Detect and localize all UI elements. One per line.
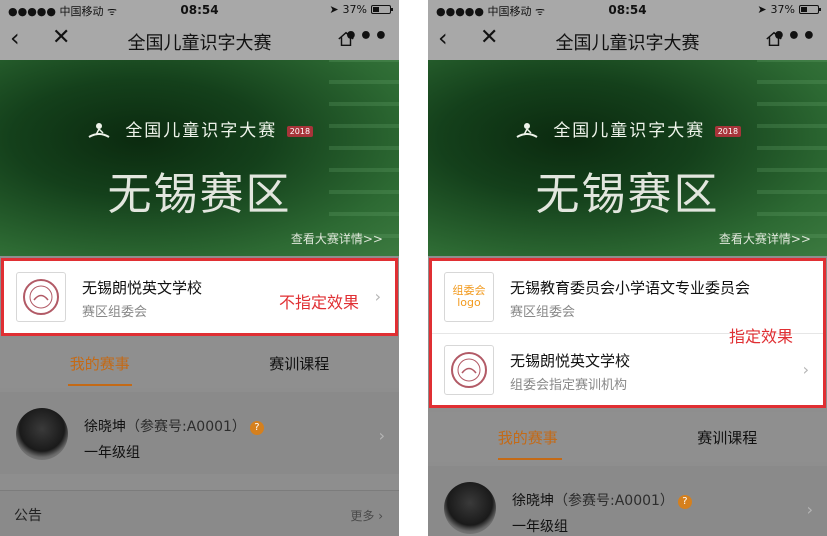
participant-number: （参赛号:A0001） — [126, 419, 246, 435]
tab-bar: 我的赛事 赛训课程 — [428, 412, 827, 462]
participant-group: 一年级组 — [84, 445, 140, 461]
status-indicators: ➤ 37% — [329, 3, 393, 16]
chevron-right-icon: › — [374, 287, 381, 306]
participant-number: （参赛号:A0001） — [554, 493, 674, 509]
announcement-more-link[interactable]: 更多 › — [350, 507, 383, 524]
committee-logo-line-2: logo — [457, 296, 481, 309]
status-indicators: ➤ 37% — [757, 3, 821, 16]
status-bar: ●●●●● 中国移动 ᯤ 08:54 ➤ 37% — [428, 0, 827, 20]
tab-bar: 我的赛事 赛训课程 — [0, 338, 399, 388]
contest-detail-link[interactable]: 查看大赛详情>> — [719, 230, 811, 247]
chevron-right-icon: › — [806, 500, 813, 519]
contest-banner: 全国儿童识字大赛 2018 无锡赛区 查看大赛详情>> — [0, 60, 399, 256]
annotation-specified: 指定效果 — [729, 327, 794, 346]
status-bar: ●●●●● 中国移动 ᯤ 08:54 ➤ 37% — [0, 0, 399, 20]
school-seal-icon — [451, 352, 487, 388]
participant-group: 一年级组 — [512, 519, 568, 535]
region-title: 无锡赛区 — [535, 169, 720, 220]
committee-logo-text: 组委会 logo — [453, 285, 486, 309]
committee-logo: 组委会 logo — [444, 272, 494, 322]
organizer-row[interactable]: 无锡朗悦英文学校 赛区组委会 不指定效果 › — [4, 261, 395, 333]
school-seal-logo — [444, 345, 494, 395]
contest-logo-icon — [516, 123, 538, 138]
contest-logo-text: 全国儿童识字大赛 — [553, 121, 706, 141]
year-badge: 2018 — [286, 125, 314, 137]
location-icon: ➤ — [329, 3, 339, 16]
help-icon[interactable]: ? — [249, 421, 264, 435]
year-badge: 2018 — [714, 125, 742, 137]
chevron-right-icon: › — [802, 360, 809, 379]
participant-name-text: 徐晓坤 — [84, 419, 126, 435]
screen-specified: ●●●●● 中国移动 ᯤ 08:54 ➤ 37% ‹ ✕ 全国儿童识字大赛 ••… — [428, 0, 827, 536]
contest-logo-icon — [88, 123, 110, 138]
school-seal-logo — [16, 272, 66, 322]
training-org-role: 组委会指定赛训机构 — [510, 378, 628, 393]
battery-icon — [799, 5, 821, 14]
announcement-label: 公告 — [14, 508, 42, 524]
participant-name: 徐晓坤（参赛号:A0001）? — [512, 490, 692, 510]
participant-row[interactable]: 徐晓坤（参赛号:A0001）? 一年级组 › — [428, 466, 827, 536]
annotation-not-specified: 不指定效果 — [279, 293, 360, 312]
nav-bar: ‹ ✕ 全国儿童识字大赛 ••• — [0, 20, 399, 60]
contest-logo-text: 全国儿童识字大赛 — [125, 121, 278, 141]
tab-training-courses[interactable]: 赛训课程 — [628, 427, 827, 448]
nav-bar: ‹ ✕ 全国儿童识字大赛 ••• — [428, 20, 827, 60]
organizer-role: 赛区组委会 — [510, 305, 576, 320]
participant-row[interactable]: 徐晓坤（参赛号:A0001）? 一年级组 › — [0, 392, 399, 474]
help-icon[interactable]: ? — [677, 495, 692, 509]
announcement-row[interactable]: 公告 更多 › — [0, 490, 399, 536]
tab-my-contests[interactable]: 我的赛事 — [0, 353, 200, 374]
more-icon[interactable]: ••• — [772, 24, 817, 49]
more-icon[interactable]: ••• — [344, 24, 389, 49]
region-title: 无锡赛区 — [107, 169, 292, 220]
contest-logo: 全国儿童识字大赛 2018 — [428, 116, 827, 141]
organizer-row[interactable]: 组委会 logo 无锡教育委员会小学语文专业委员会 赛区组委会 指定效果 — [432, 261, 823, 346]
location-icon: ➤ — [757, 3, 767, 16]
tab-training-courses[interactable]: 赛训课程 — [200, 353, 400, 374]
active-tab-indicator — [68, 384, 132, 386]
avatar — [444, 482, 496, 534]
training-org-name: 无锡朗悦英文学校 — [510, 352, 631, 370]
chevron-right-icon: › — [378, 426, 385, 445]
contest-banner: 全国儿童识字大赛 2018 无锡赛区 查看大赛详情>> — [428, 60, 827, 256]
organizer-card: 无锡朗悦英文学校 赛区组委会 不指定效果 › — [1, 258, 398, 336]
contest-detail-link[interactable]: 查看大赛详情>> — [291, 230, 383, 247]
organizer-role: 赛区组委会 — [82, 305, 148, 320]
participant-name: 徐晓坤（参赛号:A0001）? — [84, 416, 264, 436]
school-seal-icon — [23, 279, 59, 315]
tab-my-contests[interactable]: 我的赛事 — [428, 427, 628, 448]
battery-percent: 37% — [342, 3, 367, 16]
participant-name-text: 徐晓坤 — [512, 493, 554, 509]
battery-icon — [371, 5, 393, 14]
battery-percent: 37% — [770, 3, 795, 16]
active-tab-indicator — [498, 458, 562, 460]
organizer-name: 无锡朗悦英文学校 — [82, 279, 203, 297]
avatar — [16, 408, 68, 460]
contest-logo: 全国儿童识字大赛 2018 — [0, 116, 399, 141]
screen-not-specified: ●●●●● 中国移动 ᯤ 08:54 ➤ 37% ‹ ✕ 全国儿童识字大赛 ••… — [0, 0, 399, 536]
organizer-name: 无锡教育委员会小学语文专业委员会 — [510, 279, 751, 297]
organizer-card: 组委会 logo 无锡教育委员会小学语文专业委员会 赛区组委会 指定效果 无锡朗… — [429, 258, 826, 408]
